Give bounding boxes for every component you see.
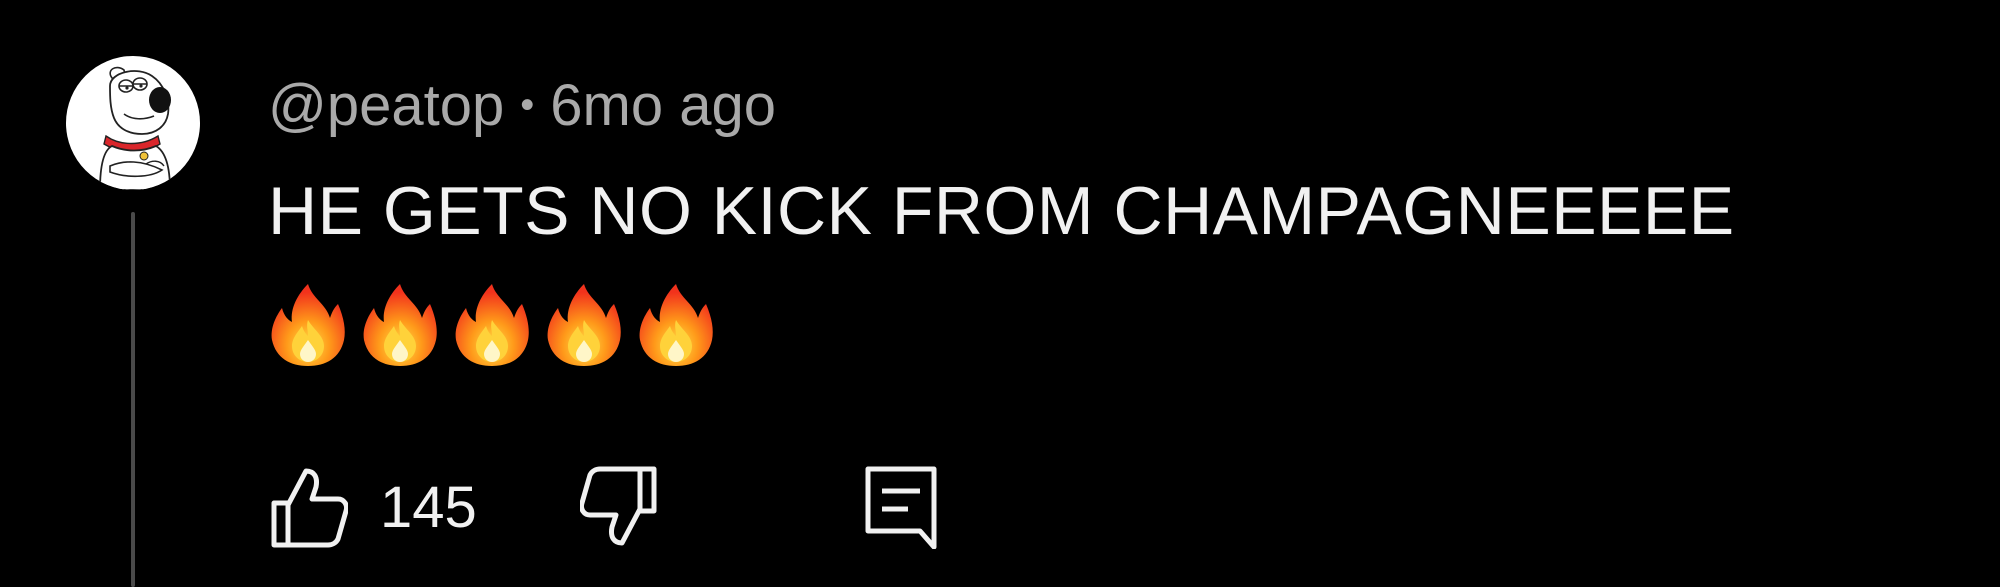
comment-text: HE GETS NO KICK FROM CHAMPAGNEEEEE (268, 173, 1735, 249)
comment-item: @peatop • 6mo ago HE GETS NO KICK FROM C… (0, 0, 2000, 587)
author-handle[interactable]: @peatop (268, 72, 504, 139)
fire-emoji-icon (271, 284, 345, 366)
comment-timestamp[interactable]: 6mo ago (550, 72, 776, 139)
like-button[interactable]: 145 (268, 462, 477, 552)
cartoon-dog-avatar-icon (99, 66, 171, 190)
thumbs-up-icon (271, 468, 348, 548)
fire-emoji-icon (639, 284, 713, 366)
fire-emoji-icon (363, 284, 437, 366)
emoji-row (268, 282, 716, 368)
reply-thread-line (131, 212, 135, 587)
comment-header: @peatop • 6mo ago (268, 70, 776, 140)
fire-emoji-icon (455, 284, 529, 366)
like-count: 145 (380, 474, 477, 540)
reply-button[interactable] (864, 462, 938, 552)
meta-separator: • (520, 82, 535, 127)
comment-actions: 145 (268, 462, 1268, 552)
avatar[interactable] (66, 56, 200, 190)
dislike-button[interactable] (580, 462, 660, 552)
thumbs-down-icon (580, 466, 657, 546)
comment-reply-icon (865, 466, 937, 549)
fire-emoji-icon (547, 284, 621, 366)
